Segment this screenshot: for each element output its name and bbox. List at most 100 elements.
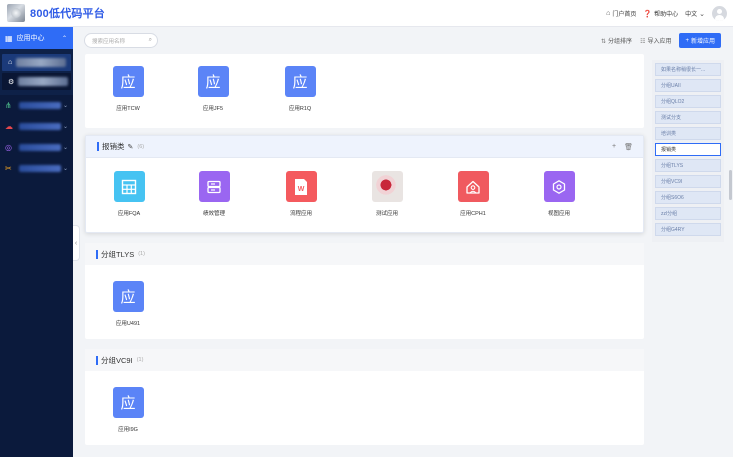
edit-icon[interactable]: ✎ (128, 143, 134, 151)
search-icon: ⌕ (148, 37, 152, 43)
sidebar-item-target[interactable]: ◎ ⌄ (0, 137, 73, 158)
chevron-left-icon: ‹ (74, 239, 78, 247)
image-thumbnail-icon (371, 171, 403, 202)
language-label: 中文 (685, 12, 698, 18)
app-card[interactable]: 绩效管理 (184, 171, 244, 217)
app-label: 应用TCW (116, 106, 140, 112)
sidebar-subitem-settings[interactable]: ⚙ (2, 73, 71, 90)
svg-text:W: W (298, 186, 305, 193)
app-card[interactable]: W 流程应用 (271, 171, 331, 217)
table-icon (113, 171, 145, 202)
blurred-label (18, 77, 69, 86)
group-nav-item[interactable]: 分组VC9I (655, 175, 721, 188)
toolbar: 搜索应用名称 ⌕ ⇅ 分组排序 ☷ 导入应用 + 新增应用 (80, 27, 733, 54)
plus-icon: + (685, 37, 689, 44)
group-header: 分组TLYS (1) (85, 243, 644, 265)
group-count: (1) (138, 251, 145, 257)
group-nav-item[interactable]: 分组S6O6 (655, 191, 721, 204)
share-icon: ⋔ (5, 101, 12, 110)
app-label: 测试应用 (375, 211, 398, 217)
group-nav-item[interactable]: 分组TLYS (655, 159, 721, 172)
gear-icon: ⚙ (8, 78, 15, 86)
group-count: (6) (137, 143, 145, 150)
top-nav: ⌂ 门户首页 ❓ 帮助中心 中文 ⌄ (606, 0, 727, 27)
app-label: 应用JF5 (202, 106, 224, 112)
app-card[interactable]: 应用FQA (99, 171, 159, 217)
group-panel-top: 应 应用TCW 应 应用JF5 应 应用R1Q (85, 54, 644, 128)
sort-label: 分组排序 (608, 39, 633, 45)
group-panel-tlys: 分组TLYS (1) 应 应用U491 (85, 243, 644, 339)
app-label: 视图应用 (547, 211, 570, 217)
app-tile-icon: 应 (197, 66, 229, 97)
help-link[interactable]: ❓ 帮助中心 (643, 9, 679, 19)
cloud-icon: ☁ (5, 122, 13, 131)
blurred-label (19, 102, 61, 109)
plus-icon[interactable]: + (612, 143, 616, 151)
app-card[interactable]: 应 应用R1Q (270, 66, 330, 112)
sidebar-subitem-home[interactable]: ⌂ (2, 54, 71, 71)
sidebar-item-app-center[interactable]: ▦ 应用中心 ⌃ (0, 27, 73, 49)
app-label: 应用CPH1 (460, 211, 486, 217)
sidebar-submenu: ⌂ ⚙ (0, 49, 73, 95)
app-tile-icon: 应 (112, 281, 144, 312)
sidebar-item-share[interactable]: ⋔ ⌄ (0, 95, 73, 116)
server-icon (198, 171, 230, 202)
app-card[interactable]: 视图应用 (529, 171, 589, 217)
app-card[interactable]: 应 应用I9G (98, 387, 158, 433)
trash-icon[interactable]: 🗑 (624, 143, 633, 151)
portal-label: 门户首页 (612, 12, 637, 18)
group-header: 分组VC9I (1) (85, 349, 644, 371)
app-card[interactable]: 应 应用U491 (98, 281, 158, 327)
group-nav-item[interactable]: 分组QLO2 (655, 95, 721, 108)
sort-groups-button[interactable]: ⇅ 分组排序 (601, 36, 632, 45)
app-tile-icon: 应 (112, 66, 144, 97)
group-nav-item[interactable]: 测试分支 (655, 111, 721, 124)
app-card[interactable]: 应用CPH1 (443, 171, 503, 217)
group-nav-item[interactable]: zzl分组 (655, 207, 721, 220)
app-title: 800低代码平台 (30, 8, 105, 20)
accent-bar (96, 355, 98, 365)
group-actions: + 🗑 (612, 143, 633, 151)
help-label: 帮助中心 (654, 12, 679, 18)
blurred-label (19, 165, 61, 172)
chevron-up-icon: ⌃ (61, 35, 67, 42)
sidebar-collapse-handle[interactable]: ‹ (73, 225, 80, 261)
chevron-down-icon: ⌄ (62, 103, 68, 109)
group-nav-item-active[interactable]: 报销类 (655, 143, 721, 156)
chevron-down-icon: ⌄ (62, 124, 68, 130)
blurred-label (16, 58, 67, 67)
new-app-button[interactable]: + 新增应用 (679, 33, 721, 48)
blurred-label (19, 144, 61, 151)
accent-bar (97, 142, 99, 151)
avatar[interactable] (712, 6, 727, 21)
blurred-label (19, 123, 61, 130)
app-card[interactable]: 应 应用JF5 (183, 66, 243, 112)
app-tile-icon: 应 (112, 387, 144, 418)
group-nav-item[interactable]: 分组UAII (655, 79, 721, 92)
group-title: 分组TLYS (101, 249, 135, 259)
search-input[interactable]: 搜索应用名称 ⌕ (84, 33, 158, 48)
sort-icon: ⇅ (601, 39, 607, 45)
logo-icon (7, 4, 25, 22)
sidebar-item-tools[interactable]: ✂ ⌄ (0, 158, 73, 179)
group-nav-item[interactable]: 分组G4RY (655, 223, 721, 236)
app-card[interactable]: 应 应用TCW (98, 66, 158, 112)
sidebar-item-cloud[interactable]: ☁ ⌄ (0, 116, 73, 137)
import-icon: ☷ (640, 39, 646, 45)
home-icon: ⌂ (8, 59, 13, 66)
group-nav-item[interactable]: 培训类 (655, 127, 721, 140)
target-icon: ◎ (5, 143, 12, 152)
word-doc-icon: W (285, 171, 317, 202)
language-select[interactable]: 中文 ⌄ (685, 9, 705, 19)
import-app-button[interactable]: ☷ 导入应用 (640, 36, 671, 45)
chevron-down-icon: ⌄ (62, 145, 68, 151)
portal-link[interactable]: ⌂ 门户首页 (606, 9, 636, 18)
app-card[interactable]: 测试应用 (357, 171, 417, 217)
sidebar-head-label: 应用中心 (16, 35, 45, 42)
app-label: 流程应用 (289, 211, 312, 217)
scrollbar-thumb[interactable] (729, 170, 732, 200)
top-bar: 800低代码平台 ⌂ 门户首页 ❓ 帮助中心 中文 ⌄ (0, 0, 733, 27)
grid-icon: ▦ (5, 33, 13, 43)
home-icon: ⌂ (606, 10, 611, 17)
group-nav-item[interactable]: 如果名称稍很长一... (655, 63, 721, 76)
